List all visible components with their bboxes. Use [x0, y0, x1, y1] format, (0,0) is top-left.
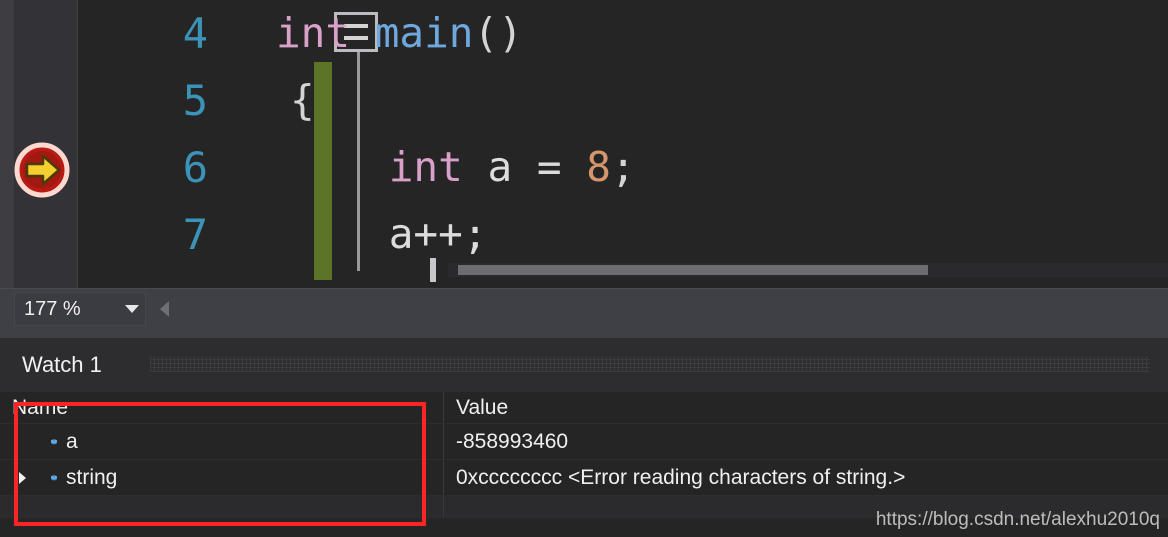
line-number: 6 — [182, 143, 208, 192]
watch-variable-name: a — [66, 429, 78, 453]
editor-navigation-bar: 177 % — [0, 288, 1168, 338]
column-header-name[interactable]: Name — [0, 392, 444, 423]
tab-watch-1-label: Watch 1 — [22, 352, 102, 377]
code-token: int — [290, 143, 463, 191]
editor-horizontal-scrollbar[interactable] — [448, 263, 1168, 277]
column-header-value[interactable]: Value — [444, 392, 1168, 423]
watch-tab-strip: Watch 1 — [0, 338, 1168, 392]
code-line[interactable]: 6 int a = 8; — [78, 134, 1168, 201]
watch-variable-value[interactable]: -858993460 — [444, 424, 1168, 459]
triangle-left-icon[interactable] — [155, 299, 175, 319]
editor-left-frame — [0, 0, 14, 288]
field-icon — [32, 432, 58, 452]
tab-strip-grip — [150, 356, 1150, 372]
tab-watch-1[interactable]: Watch 1 — [12, 344, 114, 386]
watermark-text: https://blog.csdn.net/alexhu2010q — [875, 509, 1160, 530]
line-number: 7 — [182, 210, 208, 259]
line-number: 4 — [182, 9, 208, 58]
watch-variable-name: string — [66, 465, 118, 489]
zoom-level-value: 177 % — [24, 297, 81, 320]
scrollbar-thumb[interactable] — [458, 265, 928, 275]
table-row[interactable]: a -858993460 — [0, 424, 1168, 460]
code-editor[interactable]: 4 int main() 5 { 6 int a = 8; 7 a++; — [0, 0, 1168, 288]
code-token: () — [473, 9, 523, 57]
visual-studio-debugger-screenshot: 4 int main() 5 { 6 int a = 8; 7 a++; 177… — [0, 0, 1168, 537]
chevron-down-icon[interactable] — [119, 303, 145, 315]
code-line-text: int a = 8; — [290, 147, 636, 188]
table-row[interactable]: string 0xcccccccc <Error reading charact… — [0, 460, 1168, 496]
code-token: main — [374, 9, 474, 57]
scrollbar-left-cap — [430, 258, 436, 282]
code-line[interactable]: 4 int main() — [78, 0, 1168, 67]
code-token: { — [290, 76, 315, 124]
watch-row-name-cell[interactable]: string — [0, 460, 444, 495]
code-line[interactable]: 5 { — [78, 67, 1168, 134]
watch-empty-name-cell[interactable] — [0, 496, 444, 517]
line-number: 5 — [182, 76, 208, 125]
code-token: 8 — [586, 143, 611, 191]
zoom-level-dropdown[interactable]: 177 % — [14, 292, 146, 326]
watch-grid-header: Name Value — [0, 392, 1168, 424]
code-token: ; — [610, 143, 636, 191]
code-line-text: { — [290, 80, 315, 121]
code-lines: 4 int main() 5 { 6 int a = 8; 7 a++; — [78, 0, 1168, 268]
watch-window: Watch 1 Name Value a -858993460 string 0… — [0, 338, 1168, 537]
code-token: a = — [462, 143, 587, 191]
code-token: a++; — [290, 210, 488, 258]
watch-row-name-cell[interactable]: a — [0, 424, 444, 459]
code-surface[interactable]: 4 int main() 5 { 6 int a = 8; 7 a++; — [78, 0, 1168, 288]
code-line-text: a++; — [290, 214, 488, 255]
code-token: int — [276, 9, 351, 57]
code-line-text: int main() — [276, 13, 523, 54]
watch-variable-value[interactable]: 0xcccccccc <Error reading characters of … — [444, 460, 1168, 495]
triangle-right-icon[interactable] — [12, 470, 32, 486]
field-icon — [32, 468, 58, 488]
execution-pointer-icon[interactable] — [14, 142, 70, 198]
code-line[interactable]: 7 a++; — [78, 201, 1168, 268]
